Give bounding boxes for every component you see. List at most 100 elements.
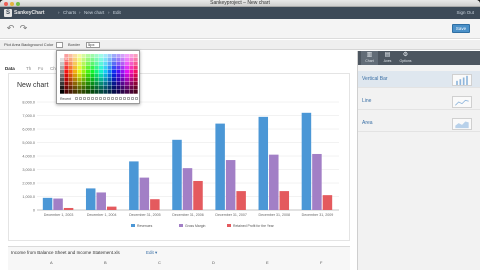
color-cell[interactable] (81, 58, 86, 62)
color-cell[interactable] (94, 66, 99, 70)
color-cell[interactable] (86, 90, 91, 94)
color-cell[interactable] (107, 82, 112, 86)
color-cell[interactable] (107, 54, 112, 58)
color-cell[interactable] (77, 86, 82, 90)
color-cell[interactable] (116, 58, 121, 62)
color-cell[interactable] (103, 62, 108, 66)
recent-color-cell[interactable] (115, 97, 118, 100)
color-cell[interactable] (77, 54, 82, 58)
data-table-edit-link[interactable]: Edit ▾ (146, 250, 157, 256)
color-cell[interactable] (129, 58, 134, 62)
color-cell[interactable] (60, 86, 65, 90)
color-cell[interactable] (64, 86, 69, 90)
color-cell[interactable] (129, 74, 134, 78)
color-cell[interactable] (86, 78, 91, 82)
recent-color-cell[interactable] (127, 97, 130, 100)
color-cell[interactable] (90, 54, 95, 58)
color-cell[interactable] (112, 86, 117, 90)
color-cell[interactable] (86, 70, 91, 74)
tab-data[interactable]: Data (5, 65, 15, 73)
color-cell[interactable] (90, 86, 95, 90)
color-cell[interactable] (107, 90, 112, 94)
color-cell[interactable] (81, 62, 86, 66)
color-cell[interactable] (112, 58, 117, 62)
color-cell[interactable] (68, 70, 73, 74)
color-cell[interactable] (129, 62, 134, 66)
color-cell[interactable] (99, 58, 104, 62)
color-palette-grid[interactable] (60, 54, 138, 94)
color-cell[interactable] (94, 58, 99, 62)
color-cell[interactable] (77, 62, 82, 66)
color-cell[interactable] (107, 58, 112, 62)
color-cell[interactable] (94, 82, 99, 86)
color-cell[interactable] (99, 78, 104, 82)
color-cell[interactable] (77, 78, 82, 82)
recent-color-cell[interactable] (75, 97, 78, 100)
color-cell[interactable] (90, 82, 95, 86)
color-cell[interactable] (116, 86, 121, 90)
color-cell[interactable] (94, 90, 99, 94)
color-cell[interactable] (94, 86, 99, 90)
color-cell[interactable] (125, 54, 130, 58)
color-cell[interactable] (116, 54, 121, 58)
color-cell[interactable] (64, 74, 69, 78)
color-cell[interactable] (133, 66, 138, 70)
color-cell[interactable] (68, 62, 73, 66)
color-cell[interactable] (81, 82, 86, 86)
color-cell[interactable] (133, 90, 138, 94)
column-header[interactable]: F (320, 260, 322, 265)
color-cell[interactable] (103, 54, 108, 58)
color-cell[interactable] (99, 66, 104, 70)
color-cell[interactable] (60, 74, 65, 78)
column-header[interactable]: A (50, 260, 53, 265)
color-cell[interactable] (68, 58, 73, 62)
recent-color-cell[interactable] (111, 97, 114, 100)
color-cell[interactable] (86, 86, 91, 90)
color-cell[interactable] (125, 86, 130, 90)
redo-icon[interactable]: ↷ (19, 24, 28, 33)
color-cell[interactable] (60, 70, 65, 74)
color-cell[interactable] (81, 86, 86, 90)
color-cell[interactable] (112, 62, 117, 66)
color-cell[interactable] (77, 58, 82, 62)
color-cell[interactable] (81, 70, 86, 74)
color-cell[interactable] (116, 78, 121, 82)
color-cell[interactable] (73, 90, 78, 94)
color-cell[interactable] (90, 66, 95, 70)
color-cell[interactable] (103, 66, 108, 70)
color-cell[interactable] (116, 90, 121, 94)
color-cell[interactable] (125, 66, 130, 70)
color-cell[interactable] (107, 86, 112, 90)
color-cell[interactable] (112, 54, 117, 58)
color-cell[interactable] (125, 78, 130, 82)
color-cell[interactable] (103, 82, 108, 86)
color-cell[interactable] (68, 54, 73, 58)
color-cell[interactable] (112, 78, 117, 82)
breadcrumb-charts[interactable]: Charts (63, 9, 76, 17)
color-cell[interactable] (86, 58, 91, 62)
color-cell[interactable] (68, 74, 73, 78)
color-cell[interactable] (68, 78, 73, 82)
color-cell[interactable] (77, 66, 82, 70)
color-cell[interactable] (120, 66, 125, 70)
recent-color-cell[interactable] (107, 97, 110, 100)
color-cell[interactable] (107, 66, 112, 70)
color-cell[interactable] (73, 86, 78, 90)
color-cell[interactable] (90, 62, 95, 66)
background-color-swatch[interactable] (56, 42, 63, 48)
color-cell[interactable] (129, 86, 134, 90)
color-cell[interactable] (68, 82, 73, 86)
color-cell[interactable] (129, 90, 134, 94)
color-cell[interactable] (64, 62, 69, 66)
color-cell[interactable] (99, 54, 104, 58)
chart-type-vertical-bar[interactable]: Vertical Bar (358, 71, 480, 88)
chart-type-line[interactable]: Line (358, 93, 480, 110)
undo-icon[interactable]: ↶ (6, 24, 15, 33)
color-cell[interactable] (77, 90, 82, 94)
border-select[interactable]: 5px (86, 42, 100, 48)
tab-theme[interactable]: Th (26, 65, 31, 73)
color-cell[interactable] (86, 54, 91, 58)
color-cell[interactable] (133, 54, 138, 58)
sign-out-link[interactable]: Sign Out (456, 9, 474, 17)
color-cell[interactable] (73, 70, 78, 74)
